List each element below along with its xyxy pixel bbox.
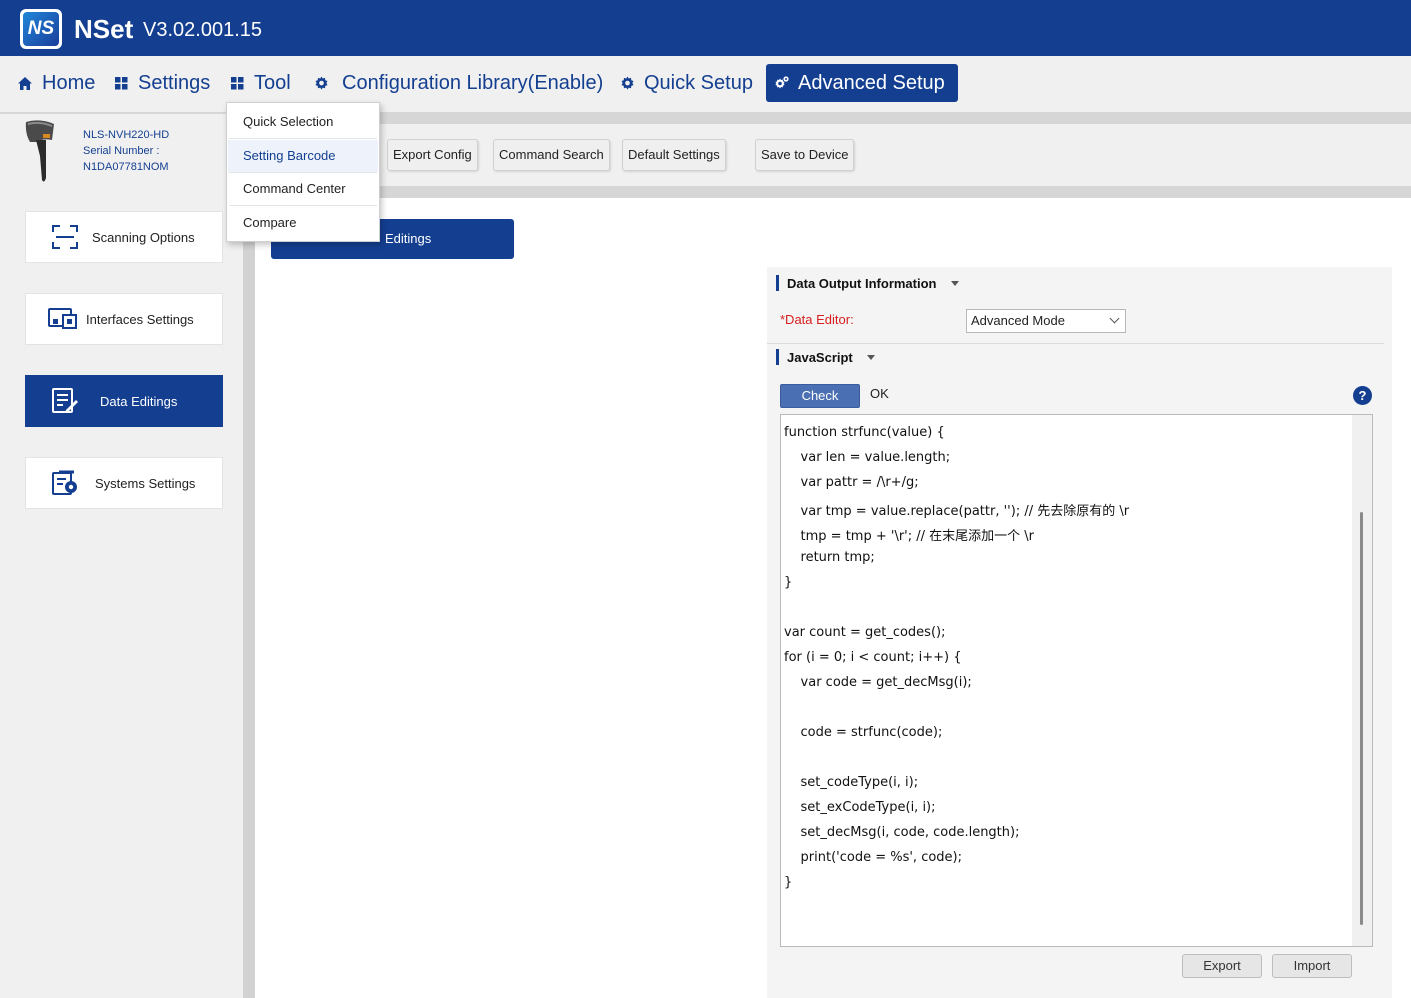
gears-icon — [772, 74, 790, 92]
toolbar-separator — [227, 186, 1411, 198]
sidebar: Scanning Options Interfaces Settings Dat… — [0, 190, 243, 998]
nav-label: Home — [42, 71, 96, 94]
gear-icon — [618, 74, 636, 92]
sidebar-item-label: Interfaces Settings — [86, 311, 194, 327]
export-config-button[interactable]: Export Config — [387, 139, 478, 171]
grid-icon — [112, 74, 130, 92]
check-button[interactable]: Check — [780, 384, 860, 408]
sidebar-item-data-editings[interactable]: Data Editings — [25, 375, 223, 427]
code-line: tmp = tmp + '\r'; // 在末尾添加一个 \r — [784, 529, 1035, 544]
menu-item-command-center[interactable]: Command Center — [228, 173, 378, 205]
code-line: function strfunc(value) { — [784, 425, 945, 440]
code-line: var count = get_codes(); — [784, 625, 946, 640]
scan-frame-icon — [48, 222, 82, 252]
serial-number-label: Serial Number : — [83, 145, 160, 157]
code-line: for (i = 0; i < count; i++) { — [784, 650, 962, 665]
nav-tool[interactable]: Tool — [228, 64, 291, 102]
code-line: set_exCodeType(i, i); — [784, 800, 936, 815]
nav-label: Configuration Library(Enable) — [342, 71, 604, 94]
sidebar-item-label: Data Editings — [100, 393, 178, 409]
code-editor[interactable]: function strfunc(value) { var len = valu… — [780, 414, 1373, 947]
data-output-section-header[interactable]: Data Output Information — [776, 275, 959, 291]
data-edit-icon — [48, 386, 82, 416]
data-editor-select[interactable]: Advanced Mode — [966, 309, 1126, 333]
scanner-image — [22, 118, 58, 191]
menu-item-setting-barcode[interactable]: Setting Barcode — [228, 140, 378, 172]
menu-divider — [229, 205, 377, 206]
default-settings-button[interactable]: Default Settings — [622, 139, 726, 171]
section-marker — [776, 275, 779, 291]
device-model: NLS-NVH220-HD — [83, 129, 170, 141]
sidebar-item-scanning-options[interactable]: Scanning Options — [25, 211, 223, 263]
nav-label: Advanced Setup — [798, 71, 945, 94]
title-bar: NS NSet V3.02.001.15 — [0, 0, 1411, 56]
code-lines: function strfunc(value) { var len = valu… — [784, 425, 1129, 900]
code-line: var pattr = /\r+/g; — [784, 475, 919, 490]
gear-icon — [312, 74, 330, 92]
app-version: V3.02.001.15 — [143, 19, 262, 41]
nav-label: Quick Setup — [644, 71, 753, 94]
command-search-button[interactable]: Command Search — [493, 139, 610, 171]
system-settings-icon — [48, 468, 82, 498]
section-marker — [776, 349, 779, 365]
help-icon[interactable]: ? — [1353, 386, 1372, 405]
menu-item-quick-selection[interactable]: Quick Selection — [228, 106, 378, 138]
interfaces-icon — [46, 304, 80, 334]
code-line: var tmp = value.replace(pattr, ''); // 先… — [784, 504, 1130, 519]
code-line: return tmp; — [784, 550, 875, 565]
tool-dropdown-menu: Quick Selection Setting Barcode Command … — [226, 102, 380, 242]
code-editor-scroll-thumb[interactable] — [1360, 512, 1363, 925]
nav-home[interactable]: Home — [16, 64, 95, 102]
nav-advanced-setup[interactable]: Advanced Setup — [766, 64, 958, 102]
grid-icon — [228, 74, 246, 92]
nav-label: Settings — [138, 71, 211, 94]
caret-down-icon — [866, 354, 875, 360]
section-title: Data Output Information — [787, 275, 937, 291]
export-button[interactable]: Export — [1182, 954, 1262, 978]
section-divider — [767, 343, 1384, 344]
nav-configuration-library[interactable]: Configuration Library(Enable) — [312, 64, 603, 102]
logo-text: NS — [23, 12, 59, 46]
code-line: } — [784, 875, 793, 890]
javascript-section-header[interactable]: JavaScript — [776, 349, 875, 365]
code-line: set_decMsg(i, code, code.length); — [784, 825, 1020, 840]
main-nav: Home Settings Tool Configuration Library… — [0, 56, 1411, 112]
check-status: OK — [870, 386, 889, 401]
save-to-device-button[interactable]: Save to Device — [755, 139, 855, 171]
serial-number-value: N1DA07781NOM — [83, 161, 169, 173]
caret-down-icon — [950, 280, 959, 286]
code-line: code = strfunc(code); — [784, 725, 943, 740]
sidebar-scrollbar[interactable] — [243, 190, 255, 998]
chevron-down-icon — [1109, 313, 1120, 324]
tab-label: Editings — [385, 231, 432, 246]
code-line: var code = get_decMsg(i); — [784, 675, 972, 690]
nav-quick-setup[interactable]: Quick Setup — [618, 64, 753, 102]
section-title: JavaScript — [787, 349, 853, 365]
sidebar-item-interfaces-settings[interactable]: Interfaces Settings — [25, 293, 223, 345]
sidebar-item-label: Systems Settings — [95, 475, 196, 491]
nav-settings[interactable]: Settings — [112, 64, 210, 102]
data-editor-label: *Data Editor: — [780, 312, 854, 327]
app-name: NSet — [74, 14, 134, 44]
home-icon — [16, 74, 34, 92]
menu-divider — [229, 138, 377, 139]
app-logo: NS — [20, 9, 62, 49]
code-line: print('code = %s', code); — [784, 850, 962, 865]
select-value: Advanced Mode — [971, 313, 1065, 328]
device-info: NLS-NVH220-HD Serial Number : N1DA07781N… — [0, 114, 227, 190]
code-line: var len = value.length; — [784, 450, 951, 465]
menu-item-compare[interactable]: Compare — [228, 207, 378, 239]
sidebar-item-systems-settings[interactable]: Systems Settings — [25, 457, 223, 509]
import-button[interactable]: Import — [1272, 954, 1352, 978]
toolbar: Export Config Command Search Default Set… — [227, 124, 1411, 186]
code-line: set_codeType(i, i); — [784, 775, 919, 790]
code-line: } — [784, 575, 793, 590]
nav-label: Tool — [254, 71, 291, 94]
sidebar-item-label: Scanning Options — [92, 229, 195, 245]
